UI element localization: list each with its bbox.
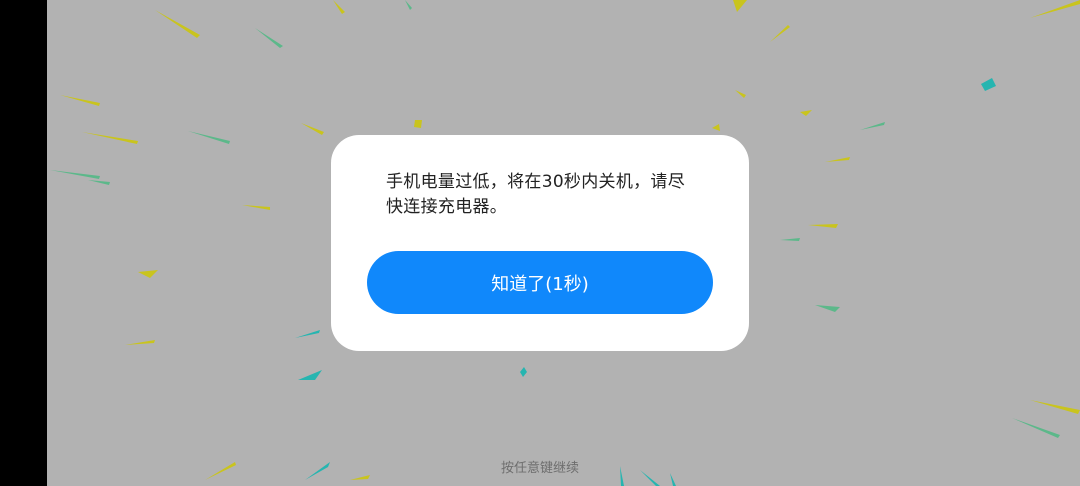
low-battery-dialog: 手机电量过低，将在30秒内关机，请尽快连接充电器。 知道了(1秒): [331, 135, 749, 351]
acknowledge-button[interactable]: 知道了(1秒): [367, 251, 713, 314]
dialog-message: 手机电量过低，将在30秒内关机，请尽快连接充电器。: [386, 172, 686, 217]
press-any-key-hint: 按任意键继续: [500, 461, 579, 476]
